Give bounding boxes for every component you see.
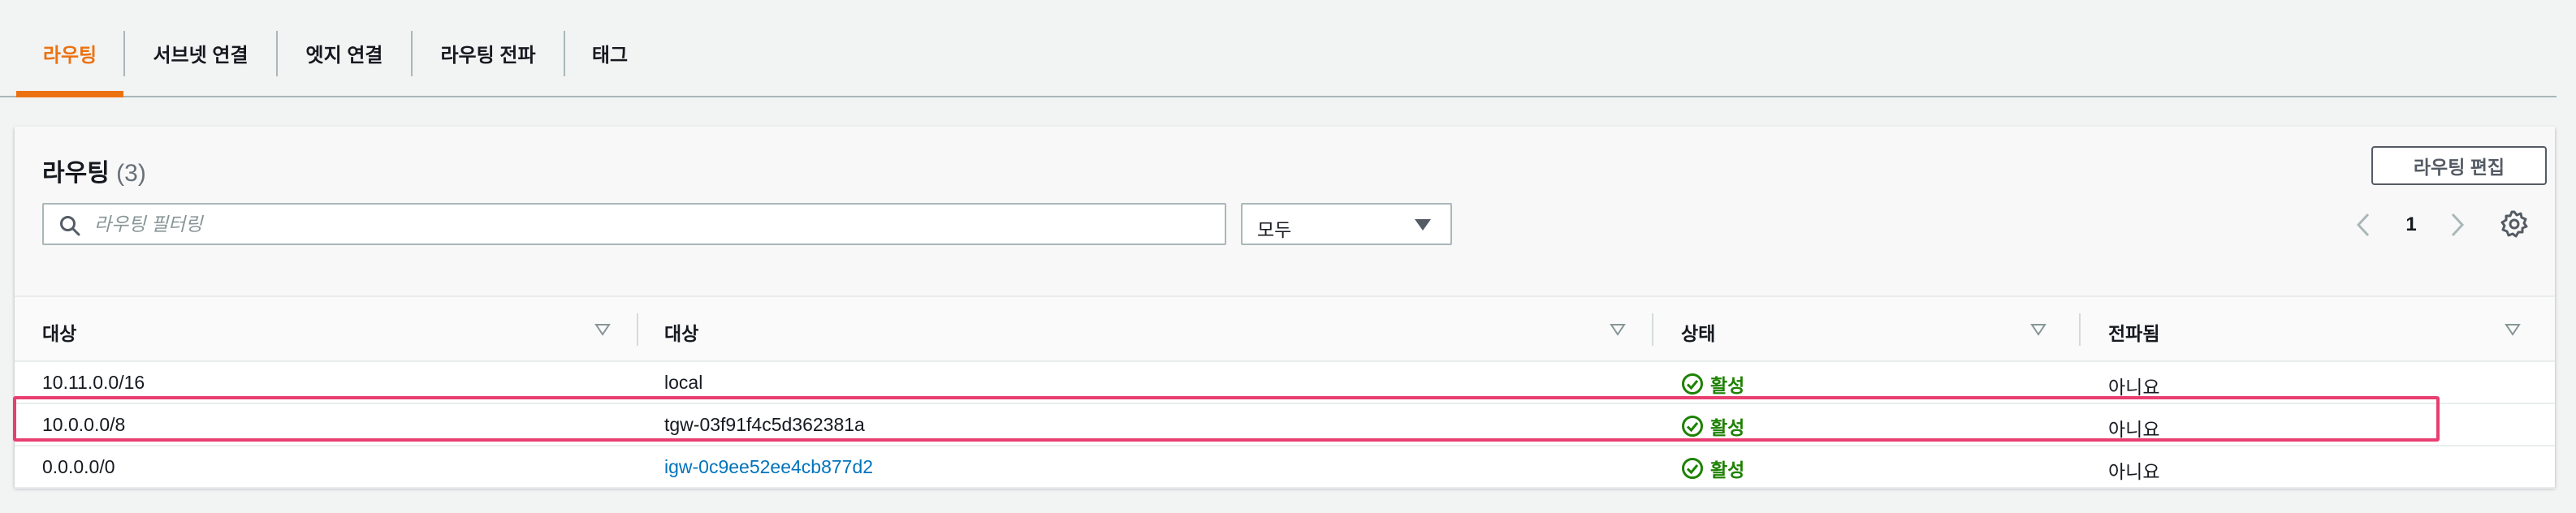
tab-routes[interactable]: 라우팅 bbox=[16, 29, 123, 76]
edit-routes-button[interactable]: 라우팅 편집 bbox=[2371, 146, 2547, 185]
status-text: 활성 bbox=[1710, 375, 1745, 396]
column-header-status[interactable]: 상태 bbox=[1681, 318, 1715, 346]
sort-triangle-icon[interactable] bbox=[2505, 323, 2521, 336]
tab-route-propagation[interactable]: 라우팅 전파 bbox=[413, 29, 564, 76]
chevron-left-icon[interactable] bbox=[2353, 211, 2373, 239]
filter-select[interactable]: 모두 bbox=[1241, 203, 1452, 245]
status-text: 활성 bbox=[1710, 417, 1745, 438]
check-circle-icon bbox=[1682, 373, 1703, 394]
cell-target: local bbox=[664, 372, 703, 393]
table-row[interactable]: 10.0.0.0/8 tgw-03f91f4c5d362381a 활성 아니요 bbox=[15, 404, 2555, 446]
status-badge: 활성 bbox=[1681, 455, 1744, 482]
search-input[interactable] bbox=[94, 209, 1215, 239]
column-separator bbox=[1652, 313, 1653, 346]
caret-down-icon bbox=[1415, 219, 1431, 231]
cell-propagated: 아니요 bbox=[2108, 419, 2160, 440]
page-number[interactable]: 1 bbox=[2399, 211, 2423, 239]
routes-panel: 라우팅 (3) 라우팅 편집 모두 1 bbox=[15, 127, 2555, 489]
tab-edge-associations[interactable]: 엣지 연결 bbox=[278, 29, 411, 76]
panel-title-text: 라우팅 bbox=[42, 160, 110, 187]
status-badge: 활성 bbox=[1681, 370, 1744, 398]
filter-select-value: 모두 bbox=[1257, 219, 1292, 240]
cell-target-link[interactable]: igw-0c9ee52ee4cb877d2 bbox=[664, 456, 873, 478]
search-icon bbox=[60, 216, 80, 236]
route-count: (3) bbox=[116, 160, 146, 187]
cell-destination: 0.0.0.0/0 bbox=[42, 456, 115, 477]
check-circle-icon bbox=[1682, 458, 1703, 479]
column-separator bbox=[637, 313, 638, 346]
column-header-propagated[interactable]: 전파됨 bbox=[2108, 318, 2159, 346]
cell-target: tgw-03f91f4c5d362381a bbox=[664, 414, 865, 435]
tab-tags[interactable]: 태그 bbox=[565, 29, 655, 76]
cell-propagated: 아니요 bbox=[2108, 377, 2160, 398]
tab-bar: 라우팅 서브넷 연결 엣지 연결 라우팅 전파 태그 bbox=[0, 0, 2557, 97]
check-circle-icon bbox=[1682, 416, 1703, 437]
table-header: 대상 대상 상태 전파됨 bbox=[15, 297, 2555, 362]
active-tab-indicator bbox=[16, 91, 123, 97]
tab-subnet-associations[interactable]: 서브넷 연결 bbox=[125, 29, 276, 76]
chevron-right-icon[interactable] bbox=[2448, 211, 2467, 239]
panel-header: 라우팅 (3) 라우팅 편집 모두 1 bbox=[15, 127, 2555, 297]
cell-propagated: 아니요 bbox=[2108, 461, 2160, 482]
status-badge: 활성 bbox=[1681, 412, 1744, 440]
column-separator bbox=[2079, 313, 2081, 346]
table-row[interactable]: 10.11.0.0/16 local 활성 아니요 bbox=[15, 362, 2555, 404]
panel-title: 라우팅 (3) bbox=[42, 153, 146, 188]
column-header-target[interactable]: 대상 bbox=[664, 318, 698, 346]
sort-triangle-icon[interactable] bbox=[594, 323, 611, 336]
gear-icon[interactable] bbox=[2500, 209, 2529, 239]
sort-triangle-icon[interactable] bbox=[2030, 323, 2047, 336]
cell-destination: 10.0.0.0/8 bbox=[42, 414, 126, 435]
sort-triangle-icon[interactable] bbox=[1610, 323, 1626, 336]
column-header-destination[interactable]: 대상 bbox=[42, 318, 76, 346]
cell-destination: 10.11.0.0/16 bbox=[42, 372, 145, 393]
status-text: 활성 bbox=[1710, 459, 1745, 481]
search-field[interactable] bbox=[42, 203, 1226, 245]
table-row[interactable]: 0.0.0.0/0 igw-0c9ee52ee4cb877d2 활성 아니요 bbox=[15, 446, 2555, 489]
